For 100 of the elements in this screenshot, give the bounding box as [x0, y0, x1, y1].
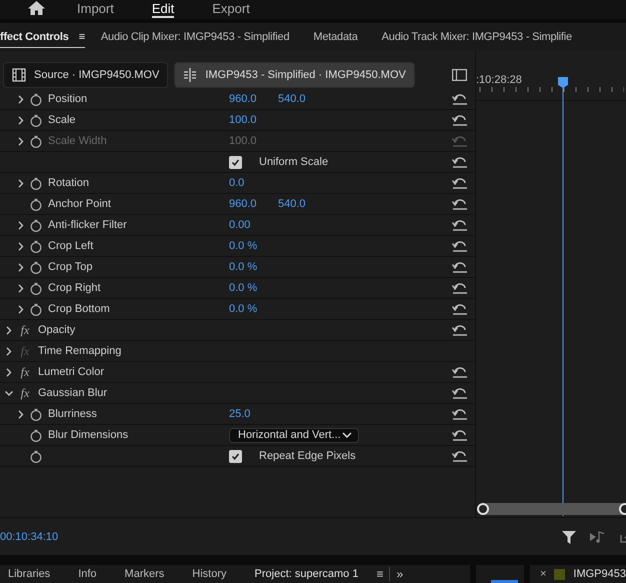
- tab-indicator: [491, 580, 518, 583]
- chevron-icon[interactable]: [17, 220, 25, 230]
- property-label: Scale Width: [48, 135, 108, 147]
- property-value[interactable]: 0.0 %: [229, 303, 270, 315]
- property-label: Crop Bottom: [48, 303, 111, 315]
- stopwatch-icon[interactable]: [30, 408, 42, 420]
- reset-icon[interactable]: [452, 366, 468, 378]
- fx-icon[interactable]: fx: [20, 364, 30, 380]
- chevron-icon[interactable]: [5, 326, 13, 334]
- effect-label: Gaussian Blur: [38, 387, 108, 399]
- property-value[interactable]: 540.0: [278, 198, 319, 210]
- chevron-icon[interactable]: [5, 388, 13, 398]
- chevron-icon[interactable]: [5, 368, 13, 376]
- fx-icon[interactable]: fx: [20, 322, 30, 338]
- reset-icon[interactable]: [452, 450, 468, 462]
- chevron-icon[interactable]: [17, 262, 25, 272]
- reset-icon[interactable]: [452, 114, 468, 126]
- checkbox[interactable]: [229, 450, 242, 462]
- effect-label: Time Remapping: [38, 345, 122, 357]
- property-value[interactable]: 960.0: [229, 198, 270, 210]
- chevron-icon[interactable]: [17, 304, 25, 314]
- property-value[interactable]: 540.0: [278, 93, 319, 105]
- dropdown[interactable]: Horizontal and Vert...: [229, 428, 359, 442]
- property-value[interactable]: 100.0: [229, 114, 270, 126]
- chevron-icon[interactable]: [17, 242, 25, 250]
- property-value[interactable]: 0.0: [229, 177, 270, 189]
- panel-tab[interactable]: Project: supercamo 1: [254, 568, 358, 580]
- clip-tab[interactable]: IMGP9453 - Simplified · IMGP9450.MOV: [174, 62, 415, 88]
- sequence-icon: [183, 68, 198, 82]
- chevron-icon[interactable]: [17, 178, 25, 188]
- clip-tab[interactable]: Source · IMGP9450.MOV: [3, 62, 168, 88]
- reset-icon[interactable]: [452, 177, 468, 189]
- reset-icon[interactable]: [452, 93, 468, 105]
- panel-tab[interactable]: Audio Track Mixer: IMGP9453 - Simplifie: [382, 26, 572, 48]
- reset-icon[interactable]: [452, 240, 468, 252]
- reset-icon[interactable]: [452, 282, 468, 294]
- property-label: Blur Dimensions: [48, 429, 130, 441]
- panel-tab[interactable]: Markers: [124, 568, 164, 580]
- stopwatch-icon[interactable]: [30, 450, 42, 462]
- close-button[interactable]: ×: [540, 568, 546, 580]
- film-icon: [12, 68, 26, 82]
- property-label: Anti-flicker Filter: [48, 219, 128, 231]
- fx-icon[interactable]: fx: [20, 386, 30, 400]
- stopwatch-icon[interactable]: [30, 134, 42, 148]
- panel-tab[interactable]: Info: [78, 568, 97, 580]
- panel-menu[interactable]: ≡: [370, 567, 390, 581]
- checkbox[interactable]: [229, 156, 242, 168]
- panel-tab[interactable]: Audio Clip Mixer: IMGP9453 - Simplified: [100, 26, 290, 48]
- stopwatch-icon[interactable]: [30, 176, 42, 190]
- reset-icon[interactable]: [452, 324, 468, 336]
- current-timecode[interactable]: 00:10:34:10: [0, 530, 58, 542]
- reset-icon[interactable]: [452, 219, 468, 231]
- reset-icon[interactable]: [452, 198, 468, 210]
- property-label: Blurriness: [48, 408, 98, 420]
- chevron-icon[interactable]: [17, 284, 25, 292]
- chevron-icon[interactable]: [17, 94, 25, 104]
- reset-icon[interactable]: [452, 429, 468, 441]
- property-value[interactable]: 0.00: [229, 219, 270, 231]
- stopwatch-icon[interactable]: [30, 114, 42, 126]
- property-value[interactable]: 960.0: [229, 93, 270, 105]
- reset-icon[interactable]: [452, 156, 468, 168]
- checkmark-icon: [231, 452, 240, 460]
- chevron-icon[interactable]: [17, 410, 25, 418]
- reset-icon[interactable]: [452, 303, 468, 315]
- stopwatch-icon[interactable]: [30, 428, 42, 442]
- property-value[interactable]: 25.0: [229, 408, 270, 420]
- reset-icon[interactable]: [452, 387, 468, 399]
- stopwatch-icon[interactable]: [30, 218, 42, 232]
- stopwatch-icon[interactable]: [30, 240, 42, 252]
- panel-tab[interactable]: ffect Controls ≡: [0, 26, 85, 48]
- play-audio-icon[interactable]: [590, 530, 606, 542]
- filter-icon[interactable]: [562, 530, 576, 544]
- caret-icon: [342, 432, 352, 438]
- home-icon[interactable]: [28, 1, 45, 15]
- stopwatch-icon[interactable]: [30, 198, 42, 210]
- nav-tab[interactable]: Export: [212, 2, 250, 18]
- chevron-icon[interactable]: [5, 346, 13, 356]
- panel-tab[interactable]: Metadata: [313, 26, 358, 48]
- reset-icon[interactable]: [452, 261, 468, 273]
- playhead[interactable]: [557, 76, 569, 516]
- stopwatch-icon[interactable]: [30, 92, 42, 106]
- panel-tab[interactable]: History: [192, 568, 227, 580]
- property-label: Crop Right: [48, 282, 102, 294]
- stopwatch-icon[interactable]: [30, 282, 42, 294]
- more-panels[interactable]: »: [390, 567, 410, 581]
- stopwatch-icon[interactable]: [30, 302, 42, 316]
- bin-item-label[interactable]: IMGP9453: [573, 568, 626, 580]
- checkbox-label: Repeat Edge Pixels: [259, 450, 356, 462]
- chevron-icon[interactable]: [17, 116, 25, 124]
- checkmark-icon: [231, 158, 240, 166]
- panel-tab[interactable]: Libraries: [8, 568, 50, 580]
- panel-toggle-icon[interactable]: [452, 69, 467, 81]
- nav-tab[interactable]: Import: [77, 2, 114, 18]
- checkbox-label: Uniform Scale: [259, 156, 328, 168]
- property-value[interactable]: 0.0 %: [229, 240, 270, 252]
- property-value[interactable]: 0.0 %: [229, 261, 270, 273]
- stopwatch-icon[interactable]: [30, 260, 42, 274]
- reset-icon[interactable]: [452, 408, 468, 420]
- nav-tab[interactable]: Edit: [152, 2, 174, 18]
- property-value[interactable]: 0.0 %: [229, 282, 270, 294]
